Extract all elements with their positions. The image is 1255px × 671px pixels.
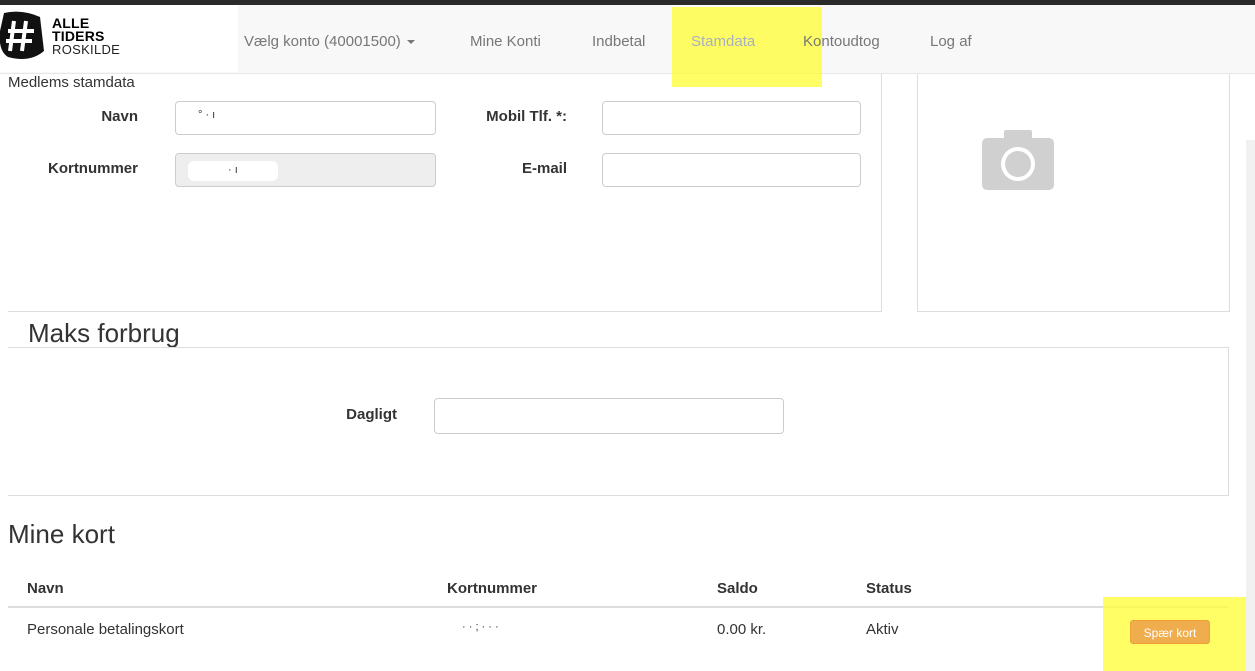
mobile-input[interactable] [602, 101, 861, 135]
card-status-cell: Aktiv [866, 621, 899, 638]
chevron-down-icon [406, 40, 415, 45]
name-input[interactable]: ° · ı [175, 101, 436, 135]
card-balance-cell: 0.00 kr. [717, 621, 767, 638]
limits-title: Maks forbrug [28, 318, 180, 348]
column-header-card-number: Kortnummer [447, 580, 538, 597]
column-header-balance: Saldo [717, 580, 758, 597]
email-label: E-mail [521, 160, 567, 177]
hash-logo-icon [0, 11, 44, 59]
daily-limit-input[interactable] [434, 398, 784, 434]
camera-icon [982, 130, 1054, 190]
nav-stamdata[interactable]: Stamdata [691, 33, 755, 50]
brand-line3: ROSKILDE [52, 42, 121, 57]
table-header-divider [8, 606, 1228, 608]
card-number-cell: · · ; · · · [462, 621, 499, 633]
nav-indbetal[interactable]: Indbetal [592, 33, 645, 50]
column-header-name: Navn [27, 580, 64, 597]
nav-mine-konti[interactable]: Mine Konti [470, 33, 541, 50]
brand-text: ALLE TIDERS ROSKILDE [52, 16, 121, 57]
mobile-label: Mobil Tlf. *: [486, 108, 567, 125]
name-label: Navn [101, 108, 138, 125]
card-number-value: · ı [228, 164, 238, 176]
account-selector-dropdown[interactable]: Vælg konto (40001500) [244, 33, 415, 50]
page-scrollbar[interactable] [1246, 140, 1255, 671]
card-number-input: · ı [175, 153, 436, 187]
daily-label: Dagligt [346, 406, 397, 423]
nav-log-af[interactable]: Log af [930, 33, 972, 50]
account-selector-label: Vælg konto (40001500) [244, 33, 401, 50]
name-value: ° · ı [198, 109, 216, 121]
photo-panel[interactable] [917, 74, 1230, 312]
brand-logo[interactable]: ALLE TIDERS ROSKILDE [0, 5, 238, 72]
email-input[interactable] [602, 153, 861, 187]
column-header-status: Status [866, 580, 912, 597]
top-navbar: ALLE TIDERS ROSKILDE Vælg konto (4000150… [0, 5, 1255, 87]
cards-title: Mine kort [8, 519, 115, 549]
card-name-cell: Personale betalingskort [27, 621, 184, 638]
block-card-button[interactable]: Spær kort [1130, 620, 1210, 644]
nav-kontoudtog[interactable]: Kontoudtog [803, 33, 880, 50]
card-number-label: Kortnummer [47, 160, 138, 177]
